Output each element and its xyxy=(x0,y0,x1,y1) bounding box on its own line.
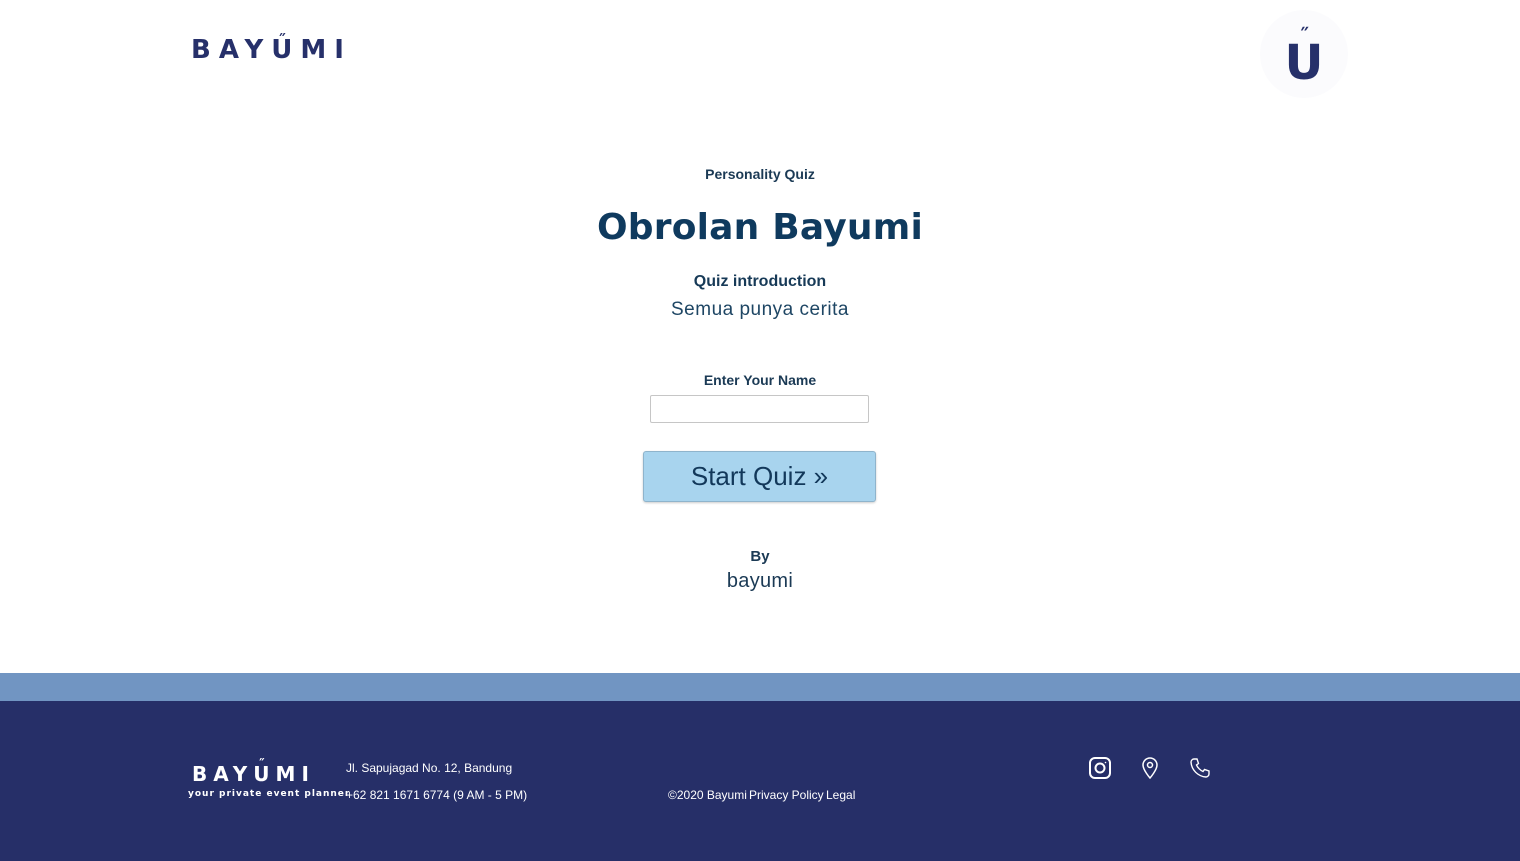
footer: BAY ˝ UMI your private event planner Jl. S… xyxy=(0,701,1520,861)
legal-link[interactable]: Legal xyxy=(826,788,855,802)
footer-accent-strip xyxy=(0,673,1520,701)
logo-text-start: BAY xyxy=(191,35,272,65)
footer-copyright: ©2020 Bayumi xyxy=(668,788,747,802)
footer-address: Jl. Sapujagad No. 12, Bandung xyxy=(346,761,513,775)
footer-logo-u-letter: ˝ U xyxy=(253,758,276,786)
quiz-title: Obrolan Bayumi xyxy=(596,207,924,248)
start-quiz-button[interactable]: Start Quiz » xyxy=(643,451,876,502)
logo-text-end: MI xyxy=(300,35,352,65)
instagram-icon[interactable] xyxy=(1088,756,1112,780)
footer-tagline: your private event planner xyxy=(188,789,351,799)
author-label: By xyxy=(750,548,770,565)
privacy-policy-link[interactable]: Privacy Policy xyxy=(749,788,824,802)
site-logo[interactable]: BAY ˝ UMI xyxy=(191,31,352,67)
footer-phone: +62 821 1671 6774 (9 AM - 5 PM) xyxy=(346,788,528,802)
name-label: Enter Your Name xyxy=(703,372,817,388)
quiz-intro-label: Quiz introduction xyxy=(693,273,827,290)
logo-mark-icon[interactable]: ˝ U xyxy=(1260,10,1348,98)
footer-logo[interactable]: BAY ˝ UMI xyxy=(192,758,315,786)
quiz-type-label: Personality Quiz xyxy=(705,166,815,182)
quiz-intro-text: Semua punya cerita xyxy=(671,299,849,320)
name-input[interactable] xyxy=(650,395,869,423)
location-pin-icon[interactable] xyxy=(1138,756,1162,780)
phone-icon[interactable] xyxy=(1188,756,1212,780)
logo-u-letter: ˝ U xyxy=(271,31,301,65)
author-name: bayumi xyxy=(726,570,794,592)
